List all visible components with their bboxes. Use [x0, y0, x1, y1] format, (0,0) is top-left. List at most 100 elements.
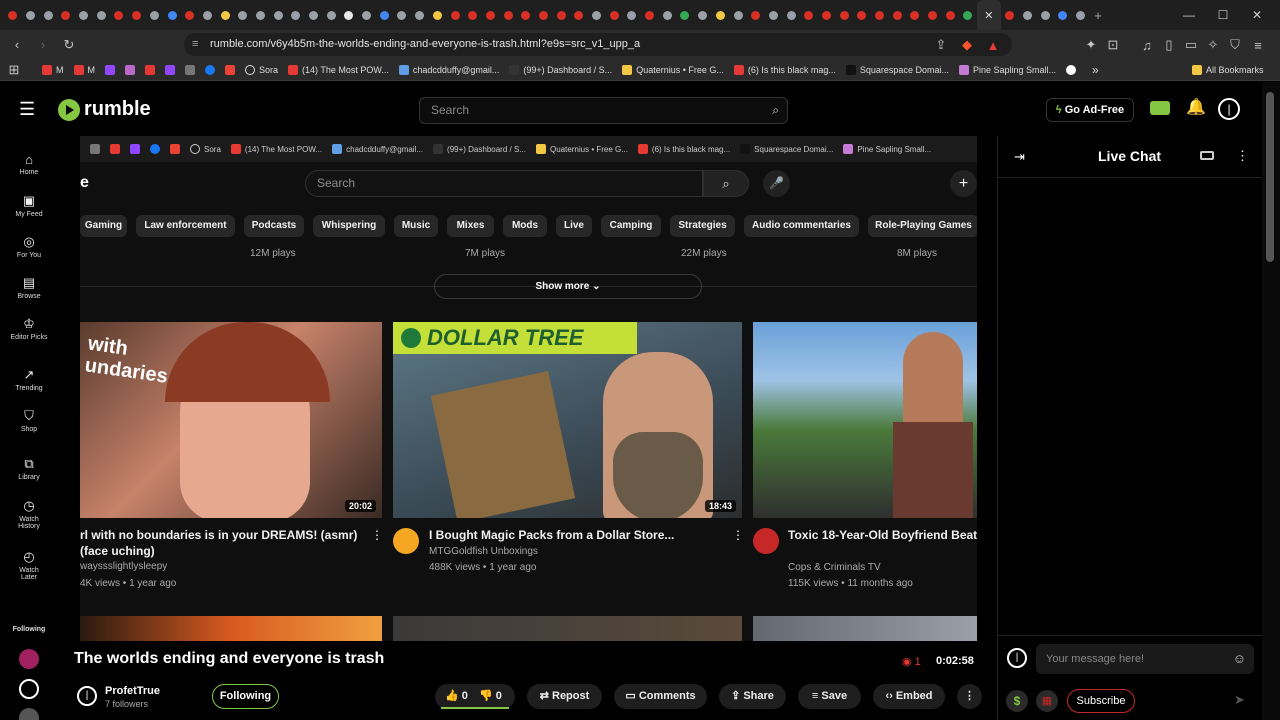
- back-icon[interactable]: ‹: [4, 32, 30, 58]
- bookmark-item[interactable]: Quaternius • Free G...: [622, 64, 724, 75]
- following-avatar[interactable]: [19, 649, 39, 669]
- browser-tab[interactable]: [959, 0, 977, 30]
- browser-tab[interactable]: [588, 0, 606, 30]
- share-page-icon[interactable]: ⇪: [928, 32, 954, 58]
- new-tab-button[interactable]: +: [1089, 0, 1107, 30]
- browser-tab[interactable]: [146, 0, 164, 30]
- sidebar-item-for-you[interactable]: ◎ For You: [0, 234, 58, 259]
- more-bookmarks-button[interactable]: »: [1092, 63, 1099, 77]
- video-player[interactable]: Sora (14) The Most POW... chadcdduffy@gm…: [80, 136, 977, 641]
- browser-tab[interactable]: [375, 0, 393, 30]
- bookmark-item[interactable]: (6) Is this black mag...: [733, 64, 836, 75]
- browser-tab[interactable]: [358, 0, 376, 30]
- bookmark-item[interactable]: [225, 64, 235, 75]
- browser-tab[interactable]: [287, 0, 305, 30]
- browser-tab[interactable]: [4, 0, 22, 30]
- browser-tab[interactable]: [747, 0, 765, 30]
- bookmark-item[interactable]: [105, 64, 115, 75]
- bookmark-item[interactable]: Sora: [245, 64, 278, 75]
- apps-icon[interactable]: ⊞: [0, 57, 28, 83]
- browser-tab[interactable]: [322, 0, 340, 30]
- channel-name[interactable]: ProfetTrue: [105, 685, 160, 697]
- hamburger-menu-icon[interactable]: ☰: [19, 100, 35, 118]
- maximize-icon[interactable]: ☐: [1206, 0, 1240, 30]
- browser-tab[interactable]: [871, 0, 889, 30]
- bookmark-item[interactable]: [165, 64, 175, 75]
- browser-tab[interactable]: [1019, 0, 1037, 30]
- minimize-icon[interactable]: —: [1172, 0, 1206, 30]
- bookmark-item[interactable]: M: [73, 64, 95, 75]
- browser-tab[interactable]: [605, 0, 623, 30]
- sidebar-item-my-feed[interactable]: ▣ My Feed: [0, 193, 58, 218]
- chat-popout-icon[interactable]: [1200, 151, 1214, 160]
- tab-search-icon[interactable]: ⊡: [1100, 32, 1126, 58]
- browser-tab[interactable]: [517, 0, 535, 30]
- all-bookmarks-button[interactable]: All Bookmarks: [1192, 64, 1264, 75]
- bookmark-item[interactable]: M: [42, 64, 64, 75]
- embed-button[interactable]: ‹› Embed: [873, 684, 945, 709]
- browser-tab[interactable]: [234, 0, 252, 30]
- browser-tab[interactable]: [181, 0, 199, 30]
- collapse-chat-icon[interactable]: ⇥: [1014, 149, 1025, 165]
- like-button[interactable]: 👍 0: [445, 690, 468, 702]
- bookmark-item[interactable]: (14) The Most POW...: [288, 64, 389, 75]
- bookmark-item[interactable]: [1066, 64, 1076, 75]
- following-button[interactable]: Following: [212, 684, 279, 709]
- sidebar-item-browse[interactable]: ▤ Browse: [0, 275, 58, 300]
- browser-tab[interactable]: [464, 0, 482, 30]
- site-search-input[interactable]: Search ⌕: [419, 97, 788, 124]
- browser-tab-active[interactable]: ✕: [976, 0, 1001, 30]
- browser-tab[interactable]: [552, 0, 570, 30]
- chat-gift-icon[interactable]: ▦: [1036, 690, 1058, 712]
- scrollbar-thumb[interactable]: [1266, 92, 1274, 262]
- browser-tab[interactable]: [535, 0, 553, 30]
- browser-tab[interactable]: [252, 0, 270, 30]
- sidebar-item-trending[interactable]: ↗ Trending: [0, 367, 58, 392]
- browser-tab[interactable]: [853, 0, 871, 30]
- browser-tab[interactable]: [658, 0, 676, 30]
- bookmark-item[interactable]: [125, 64, 135, 75]
- browser-tab[interactable]: [1036, 0, 1054, 30]
- browser-tab[interactable]: [305, 0, 323, 30]
- emoji-icon[interactable]: ☺: [1233, 644, 1246, 674]
- browser-tab[interactable]: [499, 0, 517, 30]
- bookmark-item[interactable]: Pine Sapling Small...: [958, 64, 1056, 75]
- send-message-icon[interactable]: ➤: [1234, 692, 1245, 708]
- menu-icon[interactable]: ≡: [1245, 32, 1271, 58]
- repost-button[interactable]: ⇄ Repost: [527, 684, 602, 709]
- browser-tab[interactable]: [694, 0, 712, 30]
- browser-tab[interactable]: [765, 0, 783, 30]
- browser-tab[interactable]: [92, 0, 110, 30]
- browser-tab[interactable]: [411, 0, 429, 30]
- browser-tab[interactable]: [128, 0, 146, 30]
- browser-tab[interactable]: [199, 0, 217, 30]
- dislike-button[interactable]: 👎 0: [479, 690, 502, 702]
- browser-tab[interactable]: [163, 0, 181, 30]
- browser-tab[interactable]: [1072, 0, 1090, 30]
- browser-tab[interactable]: [641, 0, 659, 30]
- sidebar-item-watch-later[interactable]: ◴ Watch Later: [0, 549, 58, 581]
- chat-message-input[interactable]: Your message here! ☺: [1036, 644, 1254, 674]
- bookmark-item[interactable]: chadcdduffy@gmail...: [398, 64, 499, 75]
- browser-tab[interactable]: [446, 0, 464, 30]
- sidebar-item-library[interactable]: ⧉ Library: [0, 456, 58, 481]
- go-ad-free-button[interactable]: ϟ Go Ad-Free: [1046, 98, 1134, 122]
- brave-rewards-icon[interactable]: ▲: [980, 32, 1006, 58]
- page-scrollbar[interactable]: [1262, 82, 1280, 720]
- browser-tab[interactable]: [340, 0, 358, 30]
- browser-tab[interactable]: [623, 0, 641, 30]
- close-window-icon[interactable]: ✕: [1240, 0, 1274, 30]
- sidebar-item-editor-picks[interactable]: ♔ Editor Picks: [0, 316, 58, 341]
- browser-tab[interactable]: [818, 0, 836, 30]
- browser-tab[interactable]: [1001, 0, 1019, 30]
- browser-tab[interactable]: [712, 0, 730, 30]
- comments-button[interactable]: ▭ Comments: [614, 684, 707, 709]
- go-live-icon[interactable]: [1150, 101, 1170, 115]
- save-button[interactable]: ≡ Save: [798, 684, 861, 709]
- browser-tab[interactable]: [888, 0, 906, 30]
- chat-options-icon[interactable]: ⋮: [1236, 148, 1249, 164]
- browser-tab[interactable]: [906, 0, 924, 30]
- bookmark-item[interactable]: [205, 64, 215, 75]
- browser-tab[interactable]: [800, 0, 818, 30]
- browser-tab[interactable]: [110, 0, 128, 30]
